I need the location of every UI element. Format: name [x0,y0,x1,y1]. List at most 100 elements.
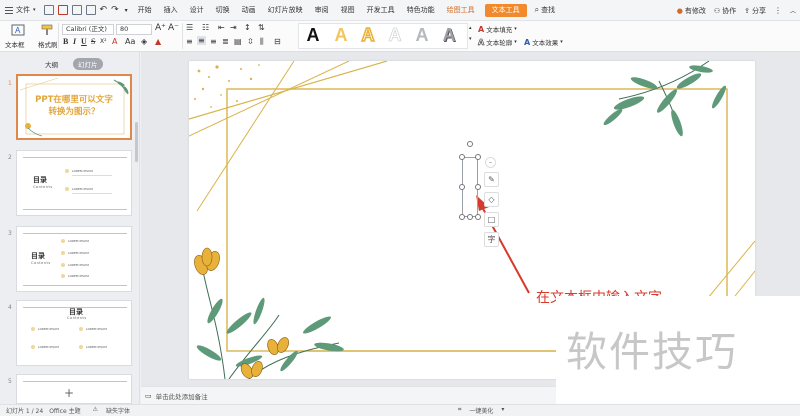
format-painter-label: 格式刷 [38,41,58,49]
text-style-shadow[interactable]: A [438,24,460,46]
resize-handle[interactable] [475,214,481,220]
thumb-line [23,209,127,210]
format-painter-button[interactable] [40,24,56,38]
text-effect-button[interactable]: A 文本效果 ▾ [524,37,563,48]
tab-insert[interactable]: 插入 [158,0,184,21]
text-style-gold[interactable]: A [330,24,352,46]
tab-review[interactable]: 审阅 [309,0,335,21]
outline-icon[interactable]: □ [484,212,499,227]
tab-animation[interactable]: 动画 [236,0,262,21]
font-color-icon[interactable]: A [112,37,117,46]
indent-increase-icon[interactable]: ⇥ [230,23,237,32]
more-icon[interactable]: ⋮ [774,6,782,15]
tab-outline[interactable]: 大纲 [40,58,63,70]
italic-icon[interactable]: I [73,37,76,46]
svg-text:A: A [15,26,21,35]
tab-slideshow[interactable]: 幻灯片放映 [262,0,309,21]
indent-decrease-icon[interactable]: ⇤ [218,23,225,32]
grow-font-icon[interactable]: A⁺ [155,23,166,33]
fill-bucket-icon[interactable]: ◇ [484,192,499,207]
slide-thumbnail-3[interactable]: 目录 Contents LOREM IPSUM LOREM IPSUM LORE… [16,226,132,292]
columns-icon[interactable]: ⫼ [260,37,264,47]
slide-thumbnail-2[interactable]: 目录 Contents LOREM IPSUM LOREM IPSUM [16,150,132,216]
text-style-black[interactable]: A [302,24,324,46]
text-style-gray[interactable]: A [411,24,433,46]
save-icon[interactable] [43,5,54,15]
text-direction-icon[interactable]: ⇳ [247,37,254,46]
text-effect-icon: A [524,37,531,47]
share-button[interactable]: ⇪ 分享 [744,6,766,16]
tab-text-tools[interactable]: 文本工具 [484,3,527,17]
add-slide-button[interactable]: + [64,386,74,400]
clear-format-icon[interactable]: ◈ [141,37,147,46]
resize-handle[interactable] [475,154,481,160]
text-style-faint[interactable]: A [384,24,406,46]
text-outline-icon: A [478,37,485,47]
beautify-button[interactable]: ⌗ 一键美化 ▾ [452,406,504,415]
resize-handle[interactable] [475,184,481,190]
thumb-lorem: LOREM IPSUM [38,327,59,331]
collab-button[interactable]: ⚇ 协作 [714,6,736,16]
customize-icon[interactable]: ▾ [125,7,128,14]
vertical-align-icon[interactable]: ⊟ [274,37,281,46]
resize-handle[interactable] [459,154,465,160]
highlight-icon[interactable]: ▲ [155,37,161,46]
modified-status[interactable]: ● 有修改 [677,6,706,16]
align-right-icon[interactable]: ≡ [210,37,217,46]
undo-icon[interactable]: ↶ [100,5,108,15]
case-icon[interactable]: Aa [125,37,135,46]
panel-scrollbar[interactable] [135,122,138,162]
file-menu[interactable]: 文件 ▾ [0,0,42,21]
tab-developer[interactable]: 开发工具 [361,0,401,21]
tab-special[interactable]: 特色功能 [401,0,441,21]
align-left-icon[interactable]: ≡ [186,37,193,46]
thumb-lorem: LOREM IPSUM [72,169,93,173]
text-style-gold-outline[interactable]: A [357,24,379,46]
text-fill-button[interactable]: A 文本填充 ▾ [478,24,517,35]
tab-drawing-tools[interactable]: 绘图工具 [441,0,481,21]
collapse-float-icon[interactable]: – [485,157,496,168]
gallery-up-icon[interactable]: ▴ [469,25,472,31]
tab-transition[interactable]: 切换 [210,0,236,21]
text-tool-button[interactable]: 字 [484,232,499,247]
bullets-icon[interactable]: ☰ [186,23,193,32]
font-name-select[interactable]: Calibri (正文) [62,24,114,35]
font-size-select[interactable]: 80 [116,24,152,35]
export-pdf-icon[interactable] [57,5,68,15]
sort-icon[interactable]: ⇅ [258,23,265,32]
text-box-button[interactable]: A [8,24,30,38]
resize-handle[interactable] [459,184,465,190]
tab-view[interactable]: 视图 [335,0,361,21]
shrink-font-icon[interactable]: A⁻ [168,23,179,33]
print-icon[interactable] [71,5,82,15]
strikethrough-icon[interactable]: S [91,37,95,46]
tab-slides[interactable]: 幻灯片 [73,58,103,70]
slide-number: 5 [8,378,12,385]
thumb-lorem: LOREM IPSUM [68,251,89,255]
rotate-handle[interactable] [467,141,473,147]
search-button[interactable]: ⌕ 查找 [531,5,559,15]
justify-icon[interactable]: ≣ [222,37,229,46]
redo-icon[interactable]: ↷ [111,5,119,15]
bold-icon[interactable]: B [63,37,68,46]
text-outline-button[interactable]: A 文本轮廓 ▾ [478,37,517,47]
cloud-icon: ● [676,6,683,15]
slide-thumbnail-1[interactable]: PPT在哪里可以文字 转换为图示？ [16,74,132,140]
ribbon: A 文本框 格式刷 Calibri (正文) 80 A⁺ A⁻ B I U S … [0,21,800,52]
missing-font-button[interactable]: ⚠ 缺失字体 [87,406,130,415]
tab-home[interactable]: 开始 [132,0,158,21]
slide-thumbnail-4[interactable]: 目录 Contents LOREM IPSUM LOREM IPSUM LORE… [16,300,132,366]
edit-pencil-icon[interactable]: ✎ [484,172,499,187]
align-center-icon[interactable]: ≡ [197,36,206,45]
resize-handle[interactable] [467,214,473,220]
tab-design[interactable]: 设计 [184,0,210,21]
distribute-icon[interactable]: ▤ [234,37,242,46]
underline-icon[interactable]: U [81,37,87,46]
numbering-icon[interactable]: ☷ [202,23,209,32]
collapse-ribbon-icon[interactable]: ︿ [790,6,796,15]
gallery-more-icon[interactable]: ▾ [469,36,472,42]
superscript-icon[interactable]: X² [100,38,107,45]
resize-handle[interactable] [459,214,465,220]
print-preview-icon[interactable] [85,5,96,15]
line-spacing-icon[interactable]: ↕ [244,23,251,32]
